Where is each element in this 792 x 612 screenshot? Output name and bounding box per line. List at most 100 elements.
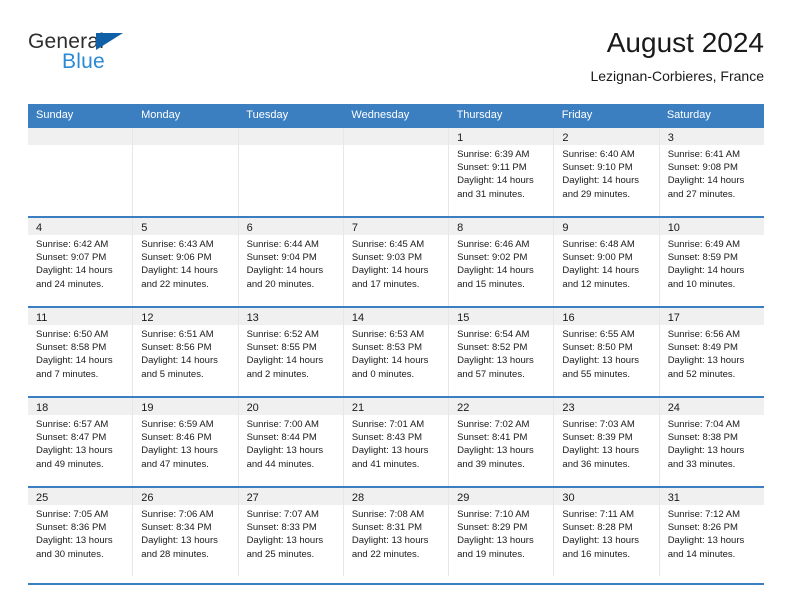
- day-cell[interactable]: 16 Sunrise: 6:55 AM Sunset: 8:50 PM Dayl…: [554, 308, 660, 396]
- day-cell[interactable]: 26 Sunrise: 7:06 AM Sunset: 8:34 PM Dayl…: [133, 488, 239, 576]
- blue-triangle-icon: [96, 33, 123, 50]
- day-number: 12: [141, 312, 154, 324]
- sunset-text: Sunset: 8:47 PM: [36, 432, 107, 444]
- daylight-text-line1: Daylight: 13 hours: [667, 445, 745, 457]
- sunset-text: Sunset: 8:26 PM: [667, 522, 738, 534]
- day-number-band: 22: [449, 398, 554, 415]
- daylight-text-line1: Daylight: 14 hours: [667, 175, 745, 187]
- sunrise-text: Sunrise: 7:10 AM: [457, 509, 530, 520]
- day-cell[interactable]: 12 Sunrise: 6:51 AM Sunset: 8:56 PM Dayl…: [133, 308, 239, 396]
- daylight-text-line2: and 19 minutes.: [457, 548, 525, 560]
- day-number: 18: [36, 402, 49, 414]
- day-cell[interactable]: 14 Sunrise: 6:53 AM Sunset: 8:53 PM Dayl…: [343, 308, 450, 396]
- daylight-text-line2: and 47 minutes.: [141, 458, 209, 470]
- sunrise-text: Sunrise: 7:01 AM: [351, 419, 425, 430]
- day-details: Sunrise: 6:43 AM Sunset: 9:06 PM Dayligh…: [133, 235, 237, 291]
- weekday-header-friday: Friday: [561, 109, 593, 121]
- day-cell[interactable]: 18 Sunrise: 6:57 AM Sunset: 8:47 PM Dayl…: [28, 398, 134, 486]
- day-cell[interactable]: 19 Sunrise: 6:59 AM Sunset: 8:46 PM Dayl…: [133, 398, 239, 486]
- day-cell[interactable]: 5 Sunrise: 6:43 AM Sunset: 9:06 PM Dayli…: [133, 218, 239, 306]
- daylight-text-line2: and 15 minutes.: [457, 278, 525, 290]
- day-number-band: 27: [238, 488, 343, 505]
- day-number-band: 3: [659, 128, 764, 145]
- day-cell[interactable]: 2 Sunrise: 6:40 AM Sunset: 9:10 PM Dayli…: [554, 128, 660, 216]
- day-number-band: 12: [133, 308, 238, 325]
- sunrise-text: Sunrise: 6:55 AM: [562, 329, 635, 340]
- day-number: 7: [351, 222, 358, 234]
- day-number: 3: [667, 132, 674, 144]
- day-details: Sunrise: 6:41 AM Sunset: 9:08 PM Dayligh…: [660, 145, 764, 201]
- day-number-band: 8: [449, 218, 554, 235]
- day-cell[interactable]: 1 Sunrise: 6:39 AM Sunset: 9:11 PM Dayli…: [449, 128, 555, 216]
- sunset-text: Sunset: 8:59 PM: [667, 252, 738, 264]
- day-cell[interactable]: 24 Sunrise: 7:04 AM Sunset: 8:38 PM Dayl…: [659, 398, 764, 486]
- day-number-band: [133, 128, 238, 145]
- day-cell[interactable]: 11 Sunrise: 6:50 AM Sunset: 8:58 PM Dayl…: [28, 308, 134, 396]
- day-number-band: 7: [343, 218, 449, 235]
- day-cell[interactable]: 25 Sunrise: 7:05 AM Sunset: 8:36 PM Dayl…: [28, 488, 134, 576]
- day-cell[interactable]: 20 Sunrise: 7:00 AM Sunset: 8:44 PM Dayl…: [238, 398, 344, 486]
- daylight-text-line2: and 27 minutes.: [667, 188, 736, 200]
- sunset-text: Sunset: 8:58 PM: [36, 342, 107, 354]
- sunset-text: Sunset: 9:03 PM: [351, 252, 423, 264]
- day-cell[interactable]: [238, 128, 344, 216]
- sunset-text: Sunset: 8:44 PM: [246, 432, 317, 444]
- daylight-text-line2: and 16 minutes.: [562, 548, 631, 560]
- day-cell[interactable]: 15 Sunrise: 6:54 AM Sunset: 8:52 PM Dayl…: [449, 308, 555, 396]
- sunset-text: Sunset: 8:50 PM: [562, 342, 633, 354]
- day-cell[interactable]: 28 Sunrise: 7:08 AM Sunset: 8:31 PM Dayl…: [343, 488, 450, 576]
- daylight-text-line2: and 24 minutes.: [36, 278, 104, 290]
- day-cell[interactable]: 4 Sunrise: 6:42 AM Sunset: 9:07 PM Dayli…: [28, 218, 134, 306]
- daylight-text-line1: Daylight: 14 hours: [351, 265, 429, 277]
- day-number-band: 28: [343, 488, 449, 505]
- day-details: Sunrise: 7:07 AM Sunset: 8:33 PM Dayligh…: [239, 505, 343, 561]
- sunrise-text: Sunrise: 6:59 AM: [141, 419, 214, 430]
- sunrise-text: Sunrise: 7:05 AM: [36, 509, 109, 520]
- day-cell[interactable]: 10 Sunrise: 6:49 AM Sunset: 8:59 PM Dayl…: [659, 218, 764, 306]
- daylight-text-line2: and 20 minutes.: [246, 278, 315, 290]
- day-number-band: [28, 128, 133, 145]
- sunrise-text: Sunrise: 7:07 AM: [246, 509, 319, 520]
- brand-logo[interactable]: General Blue: [28, 30, 208, 80]
- day-cell[interactable]: 31 Sunrise: 7:12 AM Sunset: 8:26 PM Dayl…: [659, 488, 764, 576]
- day-number: 4: [36, 222, 43, 234]
- day-number-band: 17: [659, 308, 764, 325]
- sunrise-text: Sunrise: 6:52 AM: [246, 329, 319, 340]
- day-cell[interactable]: 7 Sunrise: 6:45 AM Sunset: 9:03 PM Dayli…: [343, 218, 450, 306]
- daylight-text-line1: Daylight: 14 hours: [246, 265, 324, 277]
- day-cell[interactable]: 21 Sunrise: 7:01 AM Sunset: 8:43 PM Dayl…: [343, 398, 450, 486]
- sunset-text: Sunset: 8:38 PM: [667, 432, 738, 444]
- day-cell[interactable]: 22 Sunrise: 7:02 AM Sunset: 8:41 PM Dayl…: [449, 398, 555, 486]
- day-cell[interactable]: [343, 128, 450, 216]
- sunrise-text: Sunrise: 6:44 AM: [246, 239, 319, 250]
- daylight-text-line1: Daylight: 13 hours: [246, 445, 324, 457]
- day-cell[interactable]: 6 Sunrise: 6:44 AM Sunset: 9:04 PM Dayli…: [238, 218, 344, 306]
- day-details: Sunrise: 6:53 AM Sunset: 8:53 PM Dayligh…: [344, 325, 448, 381]
- day-cell[interactable]: 8 Sunrise: 6:46 AM Sunset: 9:02 PM Dayli…: [449, 218, 555, 306]
- sunset-text: Sunset: 9:06 PM: [141, 252, 212, 264]
- day-cell[interactable]: 17 Sunrise: 6:56 AM Sunset: 8:49 PM Dayl…: [659, 308, 764, 396]
- day-cell[interactable]: 13 Sunrise: 6:52 AM Sunset: 8:55 PM Dayl…: [238, 308, 344, 396]
- daylight-text-line1: Daylight: 14 hours: [36, 355, 113, 367]
- sunrise-text: Sunrise: 6:39 AM: [457, 149, 530, 160]
- daylight-text-line2: and 30 minutes.: [36, 548, 104, 560]
- sunrise-text: Sunrise: 7:03 AM: [562, 419, 635, 430]
- daylight-text-line1: Daylight: 14 hours: [141, 265, 218, 277]
- day-cell[interactable]: 3 Sunrise: 6:41 AM Sunset: 9:08 PM Dayli…: [659, 128, 764, 216]
- day-cell[interactable]: 23 Sunrise: 7:03 AM Sunset: 8:39 PM Dayl…: [554, 398, 660, 486]
- day-details: Sunrise: 6:59 AM Sunset: 8:46 PM Dayligh…: [133, 415, 237, 471]
- sunset-text: Sunset: 9:10 PM: [562, 162, 633, 174]
- day-cell[interactable]: [133, 128, 239, 216]
- day-cell[interactable]: 29 Sunrise: 7:10 AM Sunset: 8:29 PM Dayl…: [449, 488, 555, 576]
- day-cell[interactable]: [28, 128, 134, 216]
- day-cell[interactable]: 9 Sunrise: 6:48 AM Sunset: 9:00 PM Dayli…: [554, 218, 660, 306]
- daylight-text-line1: Daylight: 14 hours: [562, 175, 639, 187]
- day-details: Sunrise: 6:46 AM Sunset: 9:02 PM Dayligh…: [449, 235, 553, 291]
- day-number: 31: [667, 492, 680, 504]
- day-cell[interactable]: 27 Sunrise: 7:07 AM Sunset: 8:33 PM Dayl…: [238, 488, 344, 576]
- sunset-text: Sunset: 8:29 PM: [457, 522, 528, 534]
- daylight-text-line2: and 36 minutes.: [562, 458, 631, 470]
- day-cell[interactable]: 30 Sunrise: 7:11 AM Sunset: 8:28 PM Dayl…: [554, 488, 660, 576]
- day-details: Sunrise: 6:39 AM Sunset: 9:11 PM Dayligh…: [449, 145, 553, 201]
- calendar-grid: Sunday Monday Tuesday Wednesday Thursday…: [28, 104, 764, 576]
